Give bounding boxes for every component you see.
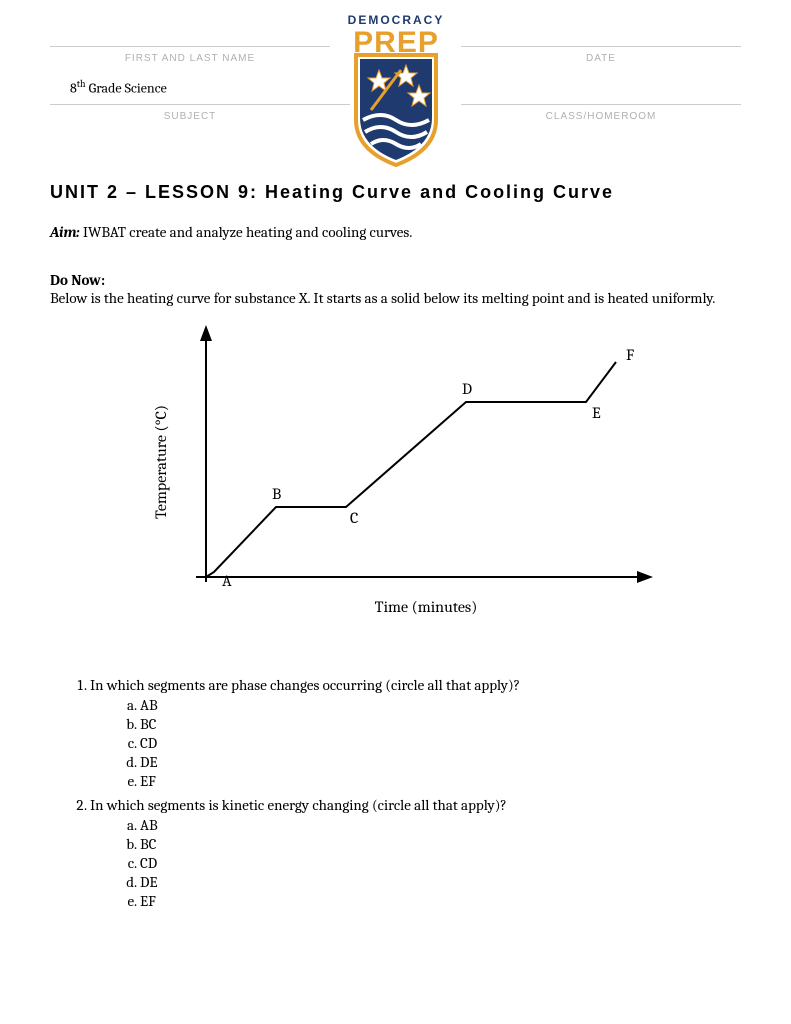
- question-2: In which segments is kinetic energy chan…: [90, 796, 741, 910]
- name-field[interactable]: [50, 20, 330, 47]
- question-1-option-d[interactable]: DE: [140, 753, 741, 771]
- question-2-option-b[interactable]: BC: [140, 835, 741, 853]
- chart-point-label-C: C: [350, 509, 358, 527]
- homeroom-label: CLASS/HOMEROOM: [461, 111, 741, 122]
- subject-label: SUBJECT: [50, 111, 330, 122]
- chart-point-label-D: D: [462, 380, 472, 398]
- questions-section: In which segments are phase changes occu…: [50, 676, 741, 910]
- question-1-option-b[interactable]: BC: [140, 715, 741, 733]
- date-field[interactable]: [461, 20, 741, 47]
- heating-curve-line: [206, 362, 616, 577]
- question-2-option-a[interactable]: AB: [140, 816, 741, 834]
- question-2-option-e[interactable]: EF: [140, 892, 741, 910]
- chart-point-label-A: A: [222, 572, 232, 590]
- aim-label: Aim:: [50, 223, 80, 241]
- subject-field: 8th Grade Science: [50, 78, 350, 105]
- question-1-option-e[interactable]: EF: [140, 772, 741, 790]
- chart-point-label-F: F: [626, 346, 634, 364]
- name-label: FIRST AND LAST NAME: [50, 53, 330, 64]
- question-2-option-c[interactable]: CD: [140, 854, 741, 872]
- chart-point-label-E: E: [592, 404, 601, 422]
- do-now-section: Do Now: Below is the heating curve for s…: [50, 271, 741, 307]
- question-text: In which segments is kinetic energy chan…: [90, 796, 507, 814]
- do-now-label: Do Now:: [50, 271, 105, 289]
- homeroom-field[interactable]: [461, 78, 741, 105]
- heating-curve-chart: Temperature (°C) Time (minutes) A B C D E F: [50, 322, 741, 626]
- aim-line: Aim: IWBAT create and analyze heating an…: [50, 223, 741, 241]
- question-text: In which segments are phase changes occu…: [90, 676, 520, 694]
- question-1-option-c[interactable]: CD: [140, 734, 741, 752]
- aim-text: IWBAT create and analyze heating and coo…: [80, 223, 413, 241]
- question-1-option-a[interactable]: AB: [140, 696, 741, 714]
- chart-point-label-B: B: [272, 485, 281, 503]
- lesson-title: UNIT 2 – LESSON 9: Heating Curve and Coo…: [50, 182, 741, 203]
- do-now-text: Below is the heating curve for substance…: [50, 289, 715, 307]
- question-2-option-d[interactable]: DE: [140, 873, 741, 891]
- y-axis-label: Temperature (°C): [152, 405, 170, 519]
- question-1: In which segments are phase changes occu…: [90, 676, 741, 790]
- x-axis-label: Time (minutes): [374, 598, 477, 616]
- worksheet-header: FIRST AND LAST NAME DATE 8th Grade Scien…: [50, 0, 741, 122]
- date-label: DATE: [461, 53, 741, 64]
